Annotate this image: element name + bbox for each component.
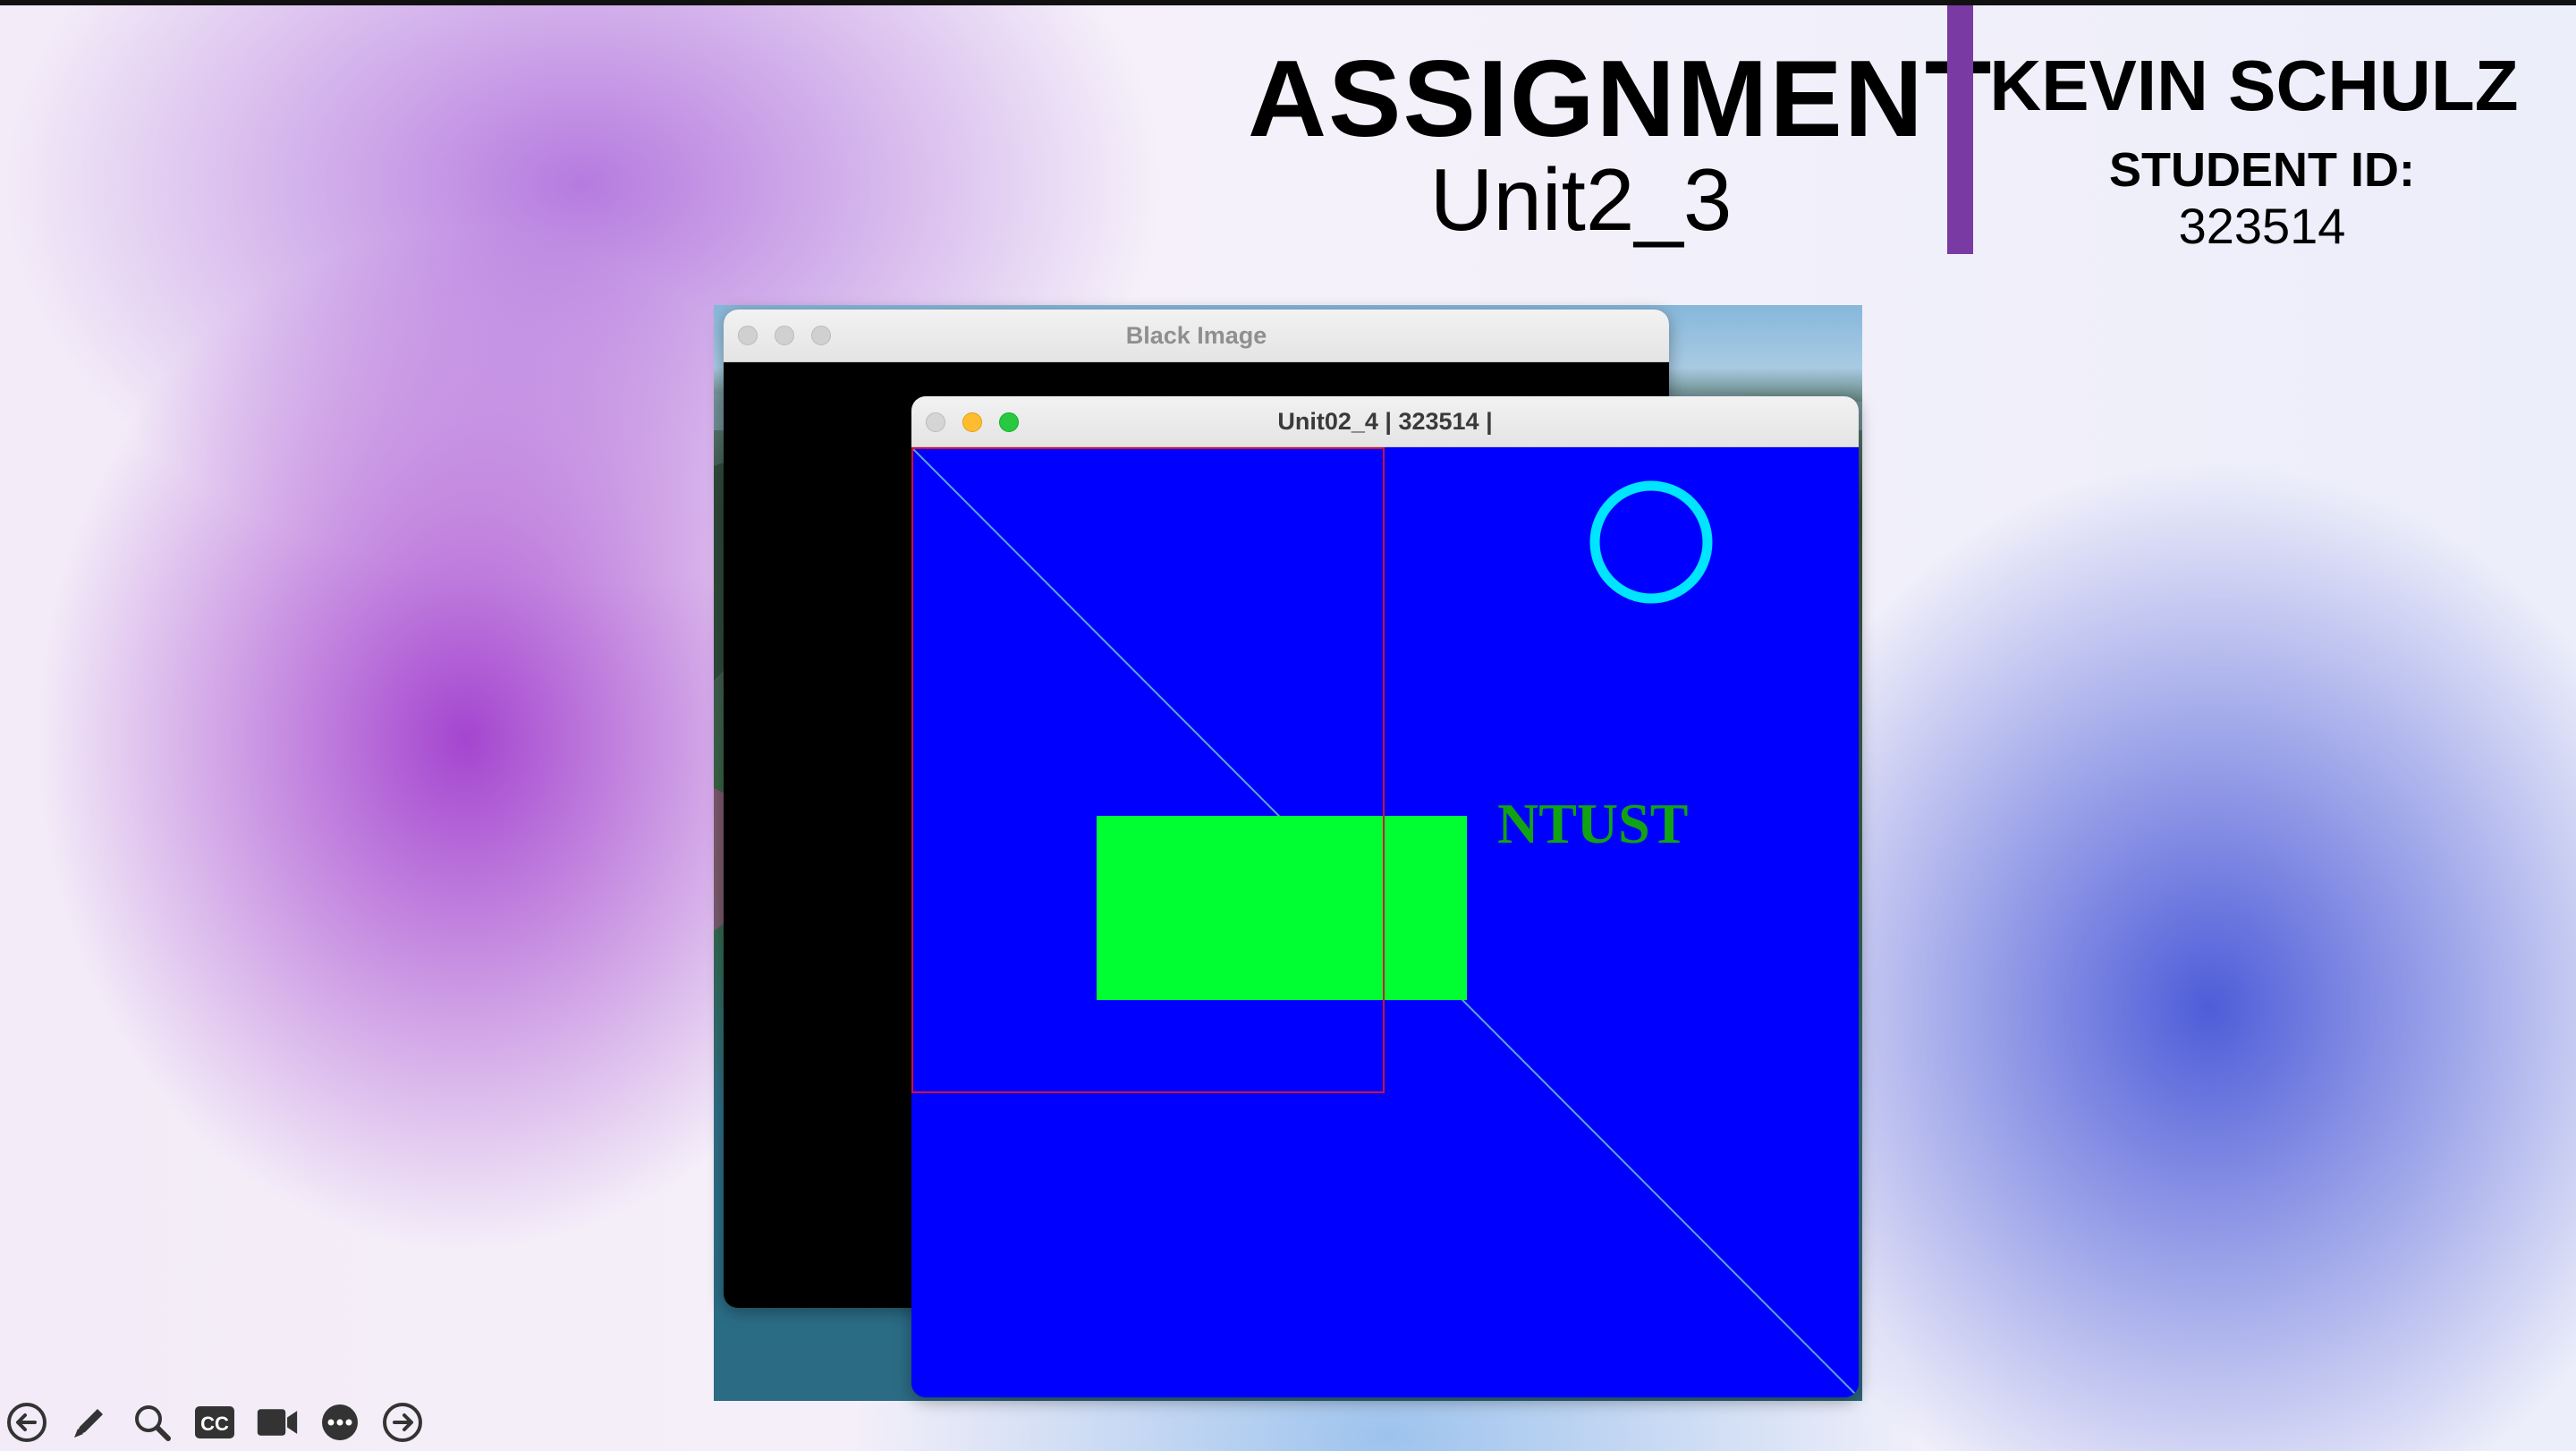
back-arrow-icon [7,1403,47,1442]
zoom-tool-button[interactable] [131,1401,174,1444]
slide-title: ASSIGNMENT [1248,38,1994,159]
more-icon [322,1404,358,1440]
unit02-window[interactable]: Unit02_4 | 323514 | NTUST [911,396,1859,1397]
magnifier-icon [135,1405,171,1441]
video-button[interactable] [256,1401,299,1444]
student-id-label: STUDENT ID: [2109,143,2415,197]
more-button[interactable] [318,1401,361,1444]
back-arrow-button[interactable] [5,1401,48,1444]
video-icon [257,1409,298,1436]
student-name: KEVIN SCHULZ [1989,46,2519,125]
slide-subtitle: Unit2_3 [1429,150,1733,249]
captions-button[interactable]: CC [193,1401,236,1444]
green-rectangle [1097,816,1467,1000]
student-id-value: 323514 [2178,198,2346,254]
window-title: Black Image [1125,322,1267,349]
unit02-titlebar[interactable]: Unit02_4 | 323514 | [911,396,1859,447]
cc-label: CC [200,1413,229,1435]
pen-icon [74,1409,103,1438]
cc-icon: CC [195,1406,234,1438]
forward-arrow-icon [383,1403,422,1442]
title-divider [1947,5,1973,254]
drawing-canvas[interactable]: NTUST [911,447,1859,1397]
black-image-titlebar[interactable]: Black Image [724,310,1669,362]
pen-button[interactable] [68,1401,111,1444]
forward-arrow-button[interactable] [381,1401,424,1444]
ntust-text: NTUST [1497,792,1688,855]
window-title: Unit02_4 | 323514 | [1277,408,1493,435]
